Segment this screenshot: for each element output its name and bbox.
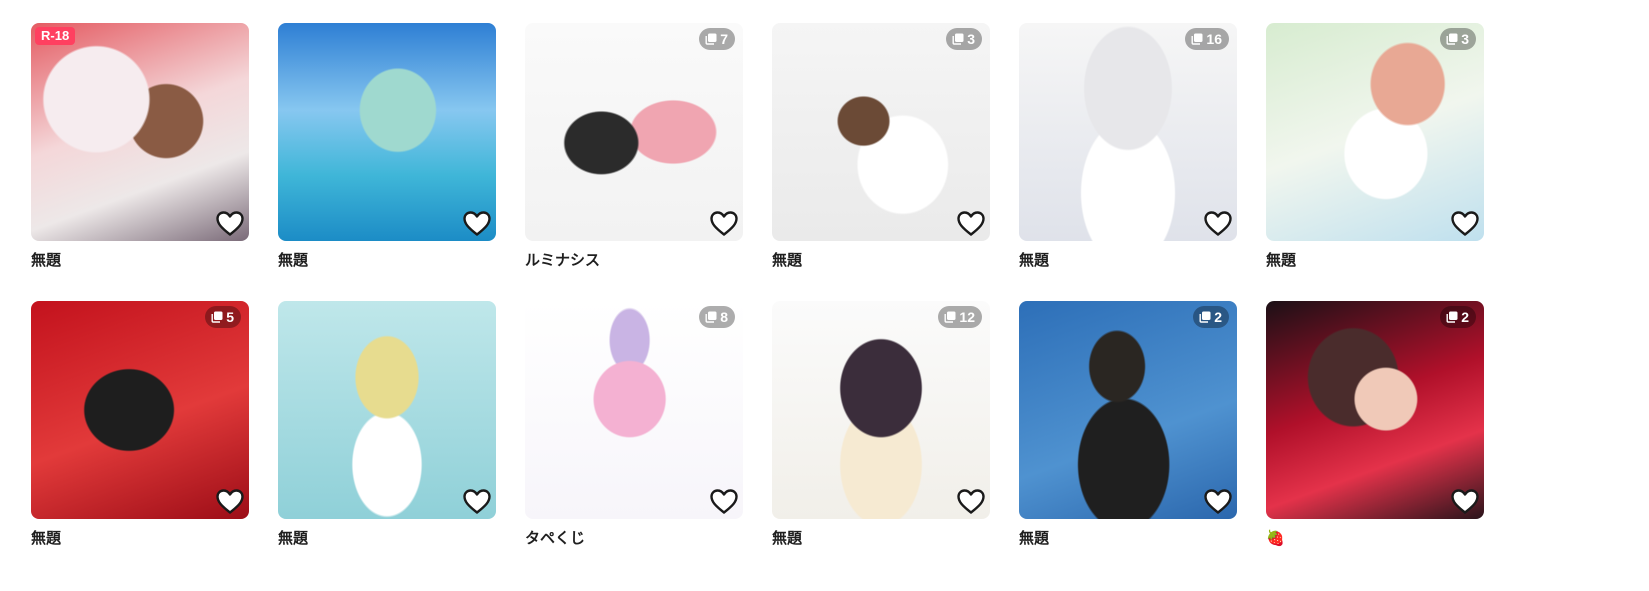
heart-outline-icon[interactable] xyxy=(1202,207,1234,239)
artwork-thumbnail[interactable]: 2 xyxy=(1019,301,1237,519)
page-count-badge: 16 xyxy=(1185,28,1229,50)
artwork-card: 2 🍓 xyxy=(1266,301,1484,579)
heart-outline-icon[interactable] xyxy=(214,207,246,239)
page-count: 12 xyxy=(959,309,975,325)
artwork-title[interactable]: 無題 xyxy=(31,528,249,548)
artwork-title[interactable]: 無題 xyxy=(1019,250,1237,270)
page-count: 3 xyxy=(1461,31,1469,47)
heart-outline-icon[interactable] xyxy=(461,485,493,517)
page-count: 3 xyxy=(967,31,975,47)
page-count: 2 xyxy=(1461,309,1469,325)
heart-outline-icon[interactable] xyxy=(214,485,246,517)
page-count: 16 xyxy=(1206,31,1222,47)
artwork-card: 7 ルミナシス xyxy=(525,23,743,301)
pages-icon xyxy=(1446,311,1458,323)
heart-outline-icon[interactable] xyxy=(1449,485,1481,517)
pages-icon xyxy=(952,33,964,45)
page-count-badge: 2 xyxy=(1440,306,1476,328)
artwork-card: 5 無題 xyxy=(31,301,249,579)
artwork-title[interactable]: 無題 xyxy=(278,250,496,270)
heart-outline-icon[interactable] xyxy=(708,485,740,517)
artwork-card: R-18 無題 xyxy=(31,23,249,301)
artwork-grid: R-18 無題 無題 7 ルミナシス 3 無題 16 無題 3 無題 5 無題 … xyxy=(31,23,1484,579)
page-count: 8 xyxy=(720,309,728,325)
artwork-title[interactable]: 無題 xyxy=(1019,528,1237,548)
artwork-thumbnail[interactable]: R-18 xyxy=(31,23,249,241)
artwork-title[interactable]: 無題 xyxy=(31,250,249,270)
artwork-thumbnail[interactable]: 3 xyxy=(1266,23,1484,241)
artwork-card: 16 無題 xyxy=(1019,23,1237,301)
pages-icon xyxy=(705,33,717,45)
pages-icon xyxy=(1199,311,1211,323)
artwork-thumbnail[interactable]: 5 xyxy=(31,301,249,519)
page-count-badge: 2 xyxy=(1193,306,1229,328)
pages-icon xyxy=(705,311,717,323)
artwork-title[interactable]: 🍓 xyxy=(1266,528,1484,548)
artwork-thumbnail[interactable]: 8 xyxy=(525,301,743,519)
artwork-title[interactable]: 無題 xyxy=(278,528,496,548)
page-count-badge: 12 xyxy=(938,306,982,328)
artwork-card: 無題 xyxy=(278,301,496,579)
artwork-thumbnail[interactable] xyxy=(278,23,496,241)
page-count-badge: 3 xyxy=(1440,28,1476,50)
pages-icon xyxy=(211,311,223,323)
pages-icon xyxy=(1191,33,1203,45)
page-count-badge: 5 xyxy=(205,306,241,328)
page-count-badge: 8 xyxy=(699,306,735,328)
artwork-thumbnail[interactable] xyxy=(278,301,496,519)
page-count-badge: 3 xyxy=(946,28,982,50)
artwork-title[interactable]: 無題 xyxy=(772,250,990,270)
artwork-card: 3 無題 xyxy=(772,23,990,301)
artwork-title[interactable]: 無題 xyxy=(772,528,990,548)
artwork-thumbnail[interactable]: 2 xyxy=(1266,301,1484,519)
artwork-thumbnail[interactable]: 7 xyxy=(525,23,743,241)
artwork-card: 8 タペくじ xyxy=(525,301,743,579)
artwork-title[interactable]: タペくじ xyxy=(525,528,743,548)
heart-outline-icon[interactable] xyxy=(461,207,493,239)
heart-outline-icon[interactable] xyxy=(1202,485,1234,517)
artwork-card: 3 無題 xyxy=(1266,23,1484,301)
artwork-title[interactable]: 無題 xyxy=(1266,250,1484,270)
heart-outline-icon[interactable] xyxy=(1449,207,1481,239)
artwork-card: 無題 xyxy=(278,23,496,301)
artwork-title[interactable]: ルミナシス xyxy=(525,250,743,270)
artwork-card: 12 無題 xyxy=(772,301,990,579)
page-count: 7 xyxy=(720,31,728,47)
page-count: 5 xyxy=(226,309,234,325)
artwork-thumbnail[interactable]: 3 xyxy=(772,23,990,241)
pages-icon xyxy=(944,311,956,323)
page-count-badge: 7 xyxy=(699,28,735,50)
heart-outline-icon[interactable] xyxy=(955,485,987,517)
artwork-thumbnail[interactable]: 12 xyxy=(772,301,990,519)
pages-icon xyxy=(1446,33,1458,45)
page-count: 2 xyxy=(1214,309,1222,325)
artwork-card: 2 無題 xyxy=(1019,301,1237,579)
heart-outline-icon[interactable] xyxy=(708,207,740,239)
heart-outline-icon[interactable] xyxy=(955,207,987,239)
artwork-thumbnail[interactable]: 16 xyxy=(1019,23,1237,241)
r18-badge: R-18 xyxy=(35,27,76,45)
